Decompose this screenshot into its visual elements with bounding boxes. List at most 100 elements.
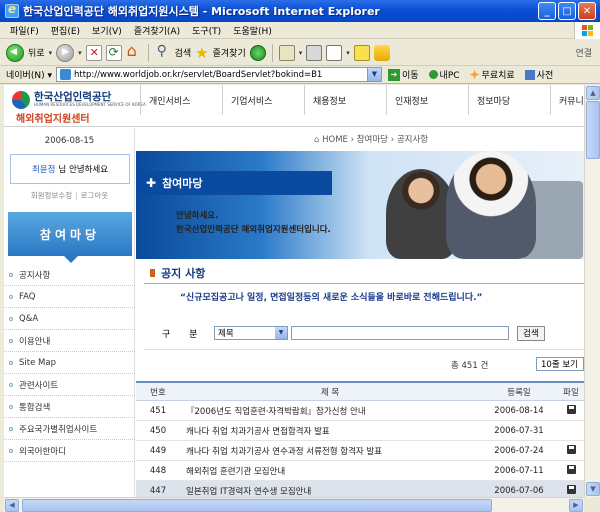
scroll-left-icon[interactable]: ◀ bbox=[5, 499, 19, 512]
toolbar-separator bbox=[271, 43, 273, 62]
sidebar-item-sitemap[interactable]: Site Map bbox=[4, 352, 135, 374]
back-label[interactable]: 뒤로 bbox=[28, 46, 45, 59]
sidebar-menu: 공지사항 FAQ Q&A 이용안내 Site Map 관련사이트 통합검색 주요… bbox=[4, 264, 135, 462]
banner-text: 안녕하세요. 한국산업인력공단 해외취업지원센터입니다. bbox=[176, 209, 331, 237]
site-header: 한국산업인력공단 HUMAN RESOURCES DEVELOPMENT SER… bbox=[4, 85, 584, 127]
nav-community[interactable]: 커뮤니티 bbox=[550, 85, 584, 115]
top-navigation: 개인서비스 기업서비스 채용정보 인재정보 정보마당 커뮤니티 bbox=[140, 85, 584, 115]
row-title-link[interactable]: 해외취업 훈련기관 모집안내 bbox=[180, 465, 480, 477]
refresh-icon[interactable] bbox=[105, 44, 122, 61]
address-bar: 네이버(N) ▾ http://www.worldjob.or.kr/servl… bbox=[0, 66, 600, 84]
maximize-button[interactable]: □ bbox=[558, 2, 576, 20]
sidebar-item-country-job-sites[interactable]: 주요국가별취업사이트 bbox=[4, 418, 135, 440]
breadcrumb-notice[interactable]: 공지사항 bbox=[397, 135, 428, 145]
scroll-down-icon[interactable]: ▼ bbox=[586, 482, 600, 496]
edit-icon[interactable] bbox=[326, 44, 343, 61]
nav-job-info[interactable]: 채용정보 bbox=[304, 85, 386, 115]
row-file-cell bbox=[558, 404, 584, 417]
edit-profile-link[interactable]: 회원정보수정 bbox=[31, 191, 72, 200]
row-title-link[interactable]: 캐나다 취업 치과기공사 연수과정 서류전형 합격자 발표 bbox=[180, 445, 480, 457]
mail-dropdown-icon[interactable]: ▾ bbox=[299, 49, 303, 57]
attachment-icon[interactable] bbox=[566, 464, 576, 474]
table-row: 447 일본취업 IT경력자 연수생 모집안내 2006-07-06 bbox=[136, 481, 584, 497]
horizontal-scrollbar[interactable]: ◀ ▶ bbox=[4, 497, 584, 512]
minimize-button[interactable]: _ bbox=[538, 2, 556, 20]
sidebar-item-integrated-search[interactable]: 통합검색 bbox=[4, 396, 135, 418]
menu-favorites[interactable]: 즐겨찾기(A) bbox=[128, 24, 186, 37]
menu-help[interactable]: 도움말(H) bbox=[227, 24, 278, 37]
sidebar-item-related-sites[interactable]: 관련사이트 bbox=[4, 374, 135, 396]
discuss-icon[interactable] bbox=[353, 44, 370, 61]
chevron-down-icon[interactable]: ▼ bbox=[275, 327, 287, 339]
breadcrumb-home[interactable]: HOME bbox=[322, 135, 348, 145]
site-logo[interactable]: 한국산업인력공단 HUMAN RESOURCES DEVELOPMENT SER… bbox=[12, 89, 146, 125]
search-label[interactable]: 검색 bbox=[175, 46, 192, 59]
banner: ✚ 참여마당 안녕하세요. 한국산업인력공단 해외취업지원센터입니다. bbox=[136, 151, 584, 259]
history-icon[interactable] bbox=[249, 44, 266, 61]
breadcrumb-participation[interactable]: 참여마당 bbox=[357, 135, 388, 145]
forward-icon[interactable] bbox=[56, 43, 75, 62]
free-repair-link[interactable]: 무료치료 bbox=[469, 68, 515, 81]
search-button[interactable]: 검색 bbox=[517, 325, 545, 341]
attachment-icon[interactable] bbox=[566, 444, 576, 454]
row-date: 2006-07-11 bbox=[494, 465, 544, 476]
home-icon[interactable] bbox=[126, 41, 142, 61]
forward-dropdown-icon[interactable]: ▾ bbox=[78, 49, 82, 57]
menu-edit[interactable]: 편집(E) bbox=[45, 24, 86, 37]
nav-business-service[interactable]: 기업서비스 bbox=[222, 85, 304, 115]
bullet-icon bbox=[9, 338, 13, 343]
back-dropdown-icon[interactable]: ▾ bbox=[49, 49, 53, 57]
breadcrumb: ⌂ HOME › 참여마당 › 공지사항 bbox=[314, 133, 428, 145]
row-file-cell bbox=[558, 464, 584, 477]
mail-icon[interactable] bbox=[278, 44, 295, 61]
logout-link[interactable]: 로그아웃 bbox=[81, 191, 109, 200]
back-icon[interactable] bbox=[6, 43, 24, 62]
address-dropdown-icon[interactable]: ▼ bbox=[366, 68, 381, 81]
rows-per-page-select[interactable]: 10줄 보기 bbox=[536, 357, 584, 371]
favorites-label[interactable]: 즐겨찾기 bbox=[213, 46, 246, 59]
window-title-bar: 한국산업인력공단 해외취업지원시스템 - Microsoft Internet … bbox=[0, 0, 600, 22]
menu-view[interactable]: 보기(V) bbox=[86, 24, 128, 37]
bullet-icon bbox=[9, 404, 13, 409]
vertical-scroll-thumb[interactable] bbox=[586, 101, 600, 159]
search-icon[interactable] bbox=[155, 43, 171, 61]
sidebar-item-notice[interactable]: 공지사항 bbox=[4, 264, 135, 286]
naver-toolbar-label[interactable]: 네이버(N) ▾ bbox=[6, 68, 52, 81]
mypc-link[interactable]: 내PC bbox=[428, 68, 460, 81]
address-input[interactable]: http://www.worldjob.or.kr/servlet/BoardS… bbox=[55, 67, 382, 82]
banner-line-1: 안녕하세요. bbox=[176, 211, 219, 221]
nav-personal-service[interactable]: 개인서비스 bbox=[140, 85, 222, 115]
dictionary-link[interactable]: 사전 bbox=[524, 68, 553, 81]
bullet-icon bbox=[9, 316, 13, 321]
vertical-scrollbar[interactable]: ▲ ▼ bbox=[584, 85, 600, 497]
scroll-right-icon[interactable]: ▶ bbox=[569, 499, 583, 512]
search-category-select[interactable]: 제목 ▼ bbox=[214, 326, 288, 340]
sidebar-item-foreign-phrase[interactable]: 외국어한마디 bbox=[4, 440, 135, 462]
links-label[interactable]: 연결 bbox=[575, 46, 592, 59]
attachment-icon[interactable] bbox=[566, 484, 576, 494]
sidebar-item-faq[interactable]: FAQ bbox=[4, 286, 135, 308]
stop-icon[interactable] bbox=[85, 44, 102, 61]
messenger-icon[interactable] bbox=[373, 44, 390, 61]
row-title-link[interactable]: 일본취업 IT경력자 연수생 모집안내 bbox=[180, 485, 480, 497]
sidebar-item-guide[interactable]: 이용안내 bbox=[4, 330, 135, 352]
nav-talent-info[interactable]: 인재정보 bbox=[386, 85, 468, 115]
close-button[interactable]: ✕ bbox=[578, 2, 596, 20]
scroll-up-icon[interactable]: ▲ bbox=[586, 86, 600, 100]
print-icon[interactable] bbox=[306, 44, 323, 61]
attachment-icon[interactable] bbox=[566, 404, 576, 414]
nav-info-board[interactable]: 정보마당 bbox=[468, 85, 550, 115]
go-button[interactable]: ➜ 이동 bbox=[387, 68, 419, 81]
row-no: 450 bbox=[149, 425, 167, 436]
menu-file[interactable]: 파일(F) bbox=[4, 24, 45, 37]
horizontal-scroll-thumb[interactable] bbox=[22, 499, 492, 512]
search-keyword-input[interactable] bbox=[291, 326, 509, 340]
menu-tools[interactable]: 도구(T) bbox=[186, 24, 227, 37]
row-date: 2006-07-31 bbox=[494, 425, 544, 436]
edit-dropdown-icon[interactable]: ▾ bbox=[346, 49, 350, 57]
row-title-link[interactable]: 『2006년도 직업훈련·자격박람회』참가신청 안내 bbox=[180, 405, 480, 417]
favorites-star-icon[interactable]: ★ bbox=[195, 45, 208, 61]
sidebar-item-qna[interactable]: Q&A bbox=[4, 308, 135, 330]
row-title-link[interactable]: 캐나다 취업 치과기공사 면접합격자 발표 bbox=[180, 425, 480, 437]
address-url[interactable]: http://www.worldjob.or.kr/servlet/BoardS… bbox=[74, 70, 322, 80]
